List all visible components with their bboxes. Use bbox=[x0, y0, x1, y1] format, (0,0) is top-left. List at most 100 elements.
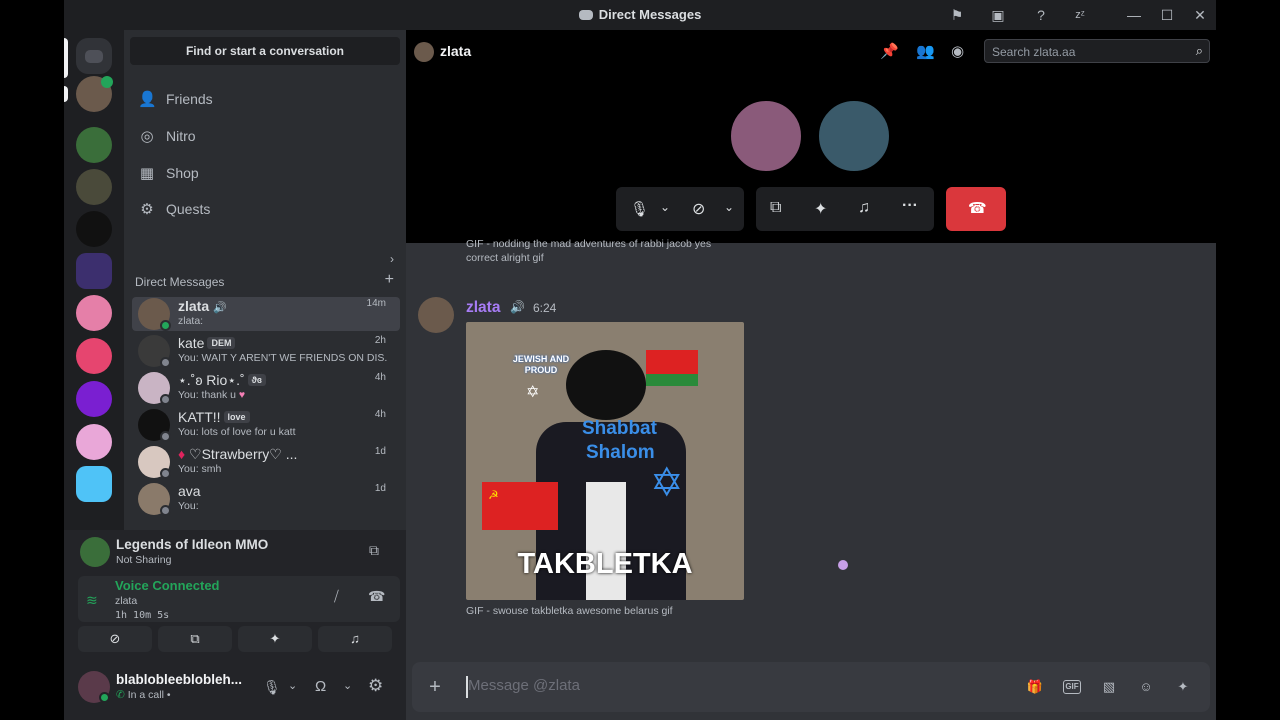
nav-nitro[interactable]: ◎ Nitro bbox=[132, 119, 398, 153]
dm-time: 2h bbox=[374, 335, 386, 346]
dm-name: ava bbox=[178, 483, 201, 499]
nav-friends[interactable]: 👤 Friends bbox=[132, 82, 398, 116]
speaker-icon: 🔊 bbox=[510, 300, 525, 314]
search-input[interactable]: Search zlata.aa ⌕ bbox=[984, 39, 1210, 63]
avatar[interactable] bbox=[418, 297, 454, 333]
find-conversation-button[interactable]: Find or start a conversation bbox=[130, 37, 400, 65]
maximize-button[interactable]: ☐ bbox=[1158, 6, 1176, 24]
dm-time: 14m bbox=[366, 298, 386, 309]
close-button[interactable]: ✕ bbox=[1191, 6, 1209, 24]
search-icon: ⌕ bbox=[1195, 43, 1203, 58]
share-screen-button[interactable]: ⧉ bbox=[158, 626, 232, 652]
activities-icon[interactable]: ✦ bbox=[814, 199, 827, 219]
flag-icon[interactable]: ⚑ bbox=[948, 6, 966, 24]
dm-item[interactable]: ♦ ♡Strawberry♡ ... You: smh 1d bbox=[132, 445, 400, 479]
dm-name: ♦ ♡Strawberry♡ ... bbox=[178, 446, 297, 463]
disconnect-icon[interactable]: ☎ bbox=[368, 588, 385, 605]
dm-time: 1d bbox=[374, 483, 386, 494]
server-icon[interactable] bbox=[76, 253, 112, 289]
pin-icon[interactable]: 📌 bbox=[880, 42, 899, 60]
window-title-text: Direct Messages bbox=[598, 7, 702, 22]
chevron-down-icon[interactable]: ⌄ bbox=[724, 200, 734, 214]
nav-label: Nitro bbox=[166, 128, 196, 144]
sticker-icon[interactable]: ▧ bbox=[1100, 678, 1118, 696]
add-attachment-icon[interactable]: + bbox=[426, 677, 444, 697]
voice-status[interactable]: Voice Connected bbox=[115, 578, 220, 593]
minimize-button[interactable]: — bbox=[1125, 6, 1143, 24]
server-icon[interactable] bbox=[76, 424, 112, 460]
dm-preview: You: thank u ♥ bbox=[178, 389, 245, 401]
status-dot bbox=[99, 692, 110, 703]
call-participant-avatar[interactable] bbox=[729, 99, 803, 173]
dm-sidebar: Find or start a conversation 👤 Friends ◎… bbox=[124, 30, 406, 530]
dm-header: Direct Messages bbox=[135, 275, 225, 289]
nav-quests[interactable]: ⚙ Quests bbox=[132, 192, 398, 226]
server-icon[interactable] bbox=[76, 127, 112, 163]
activities-icon: ✦ bbox=[269, 631, 281, 646]
chevron-down-icon[interactable]: ⌄ bbox=[660, 200, 670, 214]
inbox-icon[interactable]: ▣ bbox=[989, 6, 1007, 24]
apps-icon[interactable]: ✦ bbox=[1174, 678, 1192, 696]
call-area: zlata 📌 👥 ◉ Search zlata.aa ⌕ 🎙 ⌄ ⊘ ⌄ ⧉ … bbox=[406, 30, 1216, 243]
server-icon[interactable] bbox=[76, 211, 112, 247]
username[interactable]: blablobleeblobleh... bbox=[116, 672, 242, 687]
soundboard-button[interactable]: ♫ bbox=[318, 626, 392, 652]
emoji-icon[interactable]: ☺ bbox=[1137, 678, 1155, 696]
help-icon[interactable]: ? bbox=[1032, 6, 1050, 24]
chevron-right-icon[interactable]: › bbox=[390, 252, 394, 266]
activity-game: Legends of Idleon MMO bbox=[116, 537, 269, 552]
server-icon[interactable] bbox=[76, 295, 112, 331]
create-dm-button[interactable]: + bbox=[385, 271, 394, 289]
user-status: ✆ In a call • bbox=[116, 689, 171, 701]
camera-button[interactable]: ⊘ bbox=[78, 626, 152, 652]
sleep-icon[interactable]: zᶻ bbox=[1071, 6, 1089, 24]
server-icon[interactable] bbox=[76, 169, 112, 205]
soundboard-icon[interactable]: ♫ bbox=[858, 199, 870, 217]
noise-suppression-icon[interactable]: ⧸ bbox=[334, 588, 339, 605]
gif-image[interactable]: ☭ JEWISH AND PROUD ✡ Shabbat Shalom ✡ TA… bbox=[466, 322, 744, 600]
quests-icon: ⚙ bbox=[140, 201, 154, 218]
title-bar: Direct Messages ⚑ ▣ ? zᶻ — ☐ ✕ bbox=[64, 0, 1216, 30]
dm-item[interactable]: kate DEM You: WAIT Y AREN'T WE FRIENDS ON… bbox=[132, 334, 400, 368]
friends-icon: 👤 bbox=[138, 91, 157, 108]
server-icon[interactable] bbox=[76, 338, 112, 374]
screen-share-icon[interactable]: ⧉ bbox=[770, 199, 781, 217]
dm-item[interactable]: ⋆.˚ʚ Rio⋆.˚ ϑɞ You: thank u ♥ 4h bbox=[132, 371, 400, 405]
dm-item[interactable]: zlata 🔊 zlata: 14m bbox=[132, 297, 400, 331]
mic-icon[interactable]: 🎙 bbox=[263, 679, 281, 696]
mic-icon[interactable]: 🎙 bbox=[630, 200, 649, 218]
status-dot bbox=[160, 394, 171, 405]
headphones-icon[interactable]: Ω bbox=[315, 678, 326, 695]
gear-icon[interactable]: ⚙ bbox=[368, 676, 383, 696]
voice-connected-box: ≋ Voice Connected zlata 1h 10m 5s ⧸ ☎ bbox=[78, 576, 400, 622]
dm-item[interactable]: KATT!! love You: lots of love for u katt … bbox=[132, 408, 400, 442]
hangup-button[interactable]: ☎ bbox=[946, 187, 1006, 231]
home-button[interactable] bbox=[76, 38, 112, 74]
gif-icon[interactable]: GIF bbox=[1063, 680, 1081, 694]
dm-preview-text: You: thank u bbox=[178, 389, 236, 401]
screen-share-icon: ⧉ bbox=[190, 631, 200, 646]
dm-name: KATT!! love bbox=[178, 409, 250, 425]
gif-text-mid1: Shabbat bbox=[582, 418, 657, 439]
chevron-down-icon[interactable]: ⌄ bbox=[343, 679, 352, 692]
dm-item[interactable]: ava You: 1d bbox=[132, 482, 400, 516]
nav-shop[interactable]: ▦ Shop bbox=[132, 156, 398, 190]
discord-window: Direct Messages ⚑ ▣ ? zᶻ — ☐ ✕ Find or s… bbox=[64, 0, 1216, 720]
user-profile-icon[interactable]: ◉ bbox=[951, 42, 964, 60]
server-icon[interactable] bbox=[76, 466, 112, 502]
camera-off-icon[interactable]: ⊘ bbox=[692, 199, 705, 219]
gif-caption: GIF - nodding the mad adventures of rabb… bbox=[466, 238, 712, 264]
user-status-text: In a call • bbox=[127, 689, 171, 701]
gift-icon[interactable]: 🎁 bbox=[1026, 678, 1044, 696]
message-composer: + Message @zlata 🎁 GIF ▧ ☺ ✦ bbox=[412, 662, 1210, 712]
activities-button[interactable]: ✦ bbox=[238, 626, 312, 652]
call-participant-avatar[interactable] bbox=[817, 99, 891, 173]
screen-share-icon[interactable]: ⧉ bbox=[369, 542, 379, 559]
add-friend-icon[interactable]: 👥 bbox=[916, 42, 935, 60]
server-icon[interactable] bbox=[76, 381, 112, 417]
chevron-down-icon[interactable]: ⌄ bbox=[288, 679, 297, 692]
mic-control[interactable]: 🎙 ⌄ ⊘ ⌄ bbox=[616, 187, 744, 231]
more-icon[interactable]: ··· bbox=[902, 197, 918, 215]
message-author[interactable]: zlata bbox=[466, 299, 500, 317]
message-input[interactable]: Message @zlata bbox=[468, 677, 580, 694]
